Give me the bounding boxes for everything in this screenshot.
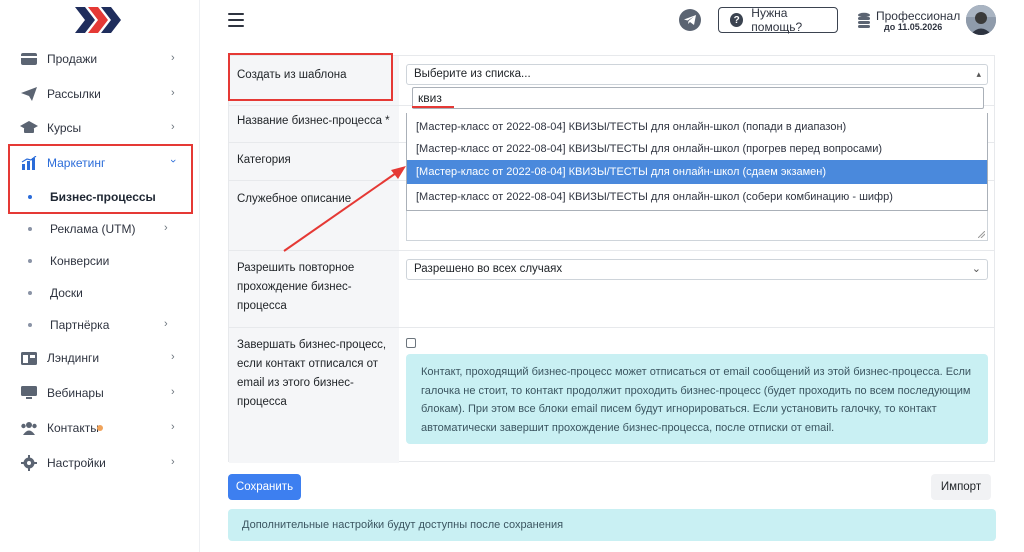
sidebar-item-label: Партнёрка <box>50 318 110 332</box>
plan-name[interactable]: Профессионал <box>876 9 960 23</box>
sidebar-item-courses[interactable]: Курсы › <box>0 111 200 145</box>
description-textarea[interactable] <box>406 211 988 241</box>
template-select-value: Выберите из списка... <box>414 68 531 80</box>
sidebar-item-sales[interactable]: Продажи › <box>0 42 200 76</box>
monitor-icon <box>20 384 38 402</box>
help-button-label: Нужна помощь? <box>751 6 803 34</box>
repeat-label-line: прохождение бизнес- <box>237 281 352 293</box>
info-text-line: блокам). При этом все блоки email писем … <box>421 403 937 415</box>
paper-plane-icon <box>20 85 38 103</box>
chevron-right-icon: › <box>171 456 175 468</box>
caret-up-icon: ▴ <box>976 69 981 79</box>
sidebar-item-label: Продажи <box>47 52 98 66</box>
dropdown-option[interactable]: [Мастер-класс от 2022-08-04] КВИЗЫ/ТЕСТЫ… <box>407 115 987 139</box>
chevron-right-icon: › <box>171 351 175 363</box>
sidebar-item-label: Курсы <box>47 121 82 135</box>
annotation-underline <box>412 106 454 108</box>
annotation-highlight-box <box>8 144 193 214</box>
annotation-arrow-icon <box>283 166 406 252</box>
question-icon: ? <box>730 13 744 27</box>
post-save-note: Дополнительные настройки будут доступны … <box>228 509 996 541</box>
chevron-right-icon: › <box>164 318 168 330</box>
sidebar-item-label: Контакты <box>47 421 99 435</box>
sidebar: Продажи › Рассылки › Курсы › Маркетинг ›… <box>0 0 200 552</box>
sidebar-item-landings[interactable]: Лэндинги › <box>0 341 200 375</box>
dropdown-option[interactable]: [Мастер-класс от 2022-08-04] КВИЗЫ/ТЕСТЫ… <box>407 185 987 209</box>
sidebar-item-label: Вебинары <box>47 386 104 400</box>
chevron-right-icon: › <box>171 386 175 398</box>
plan-expiry-date: до 11.05.2026 <box>884 22 943 32</box>
sidebar-item-webinars[interactable]: Вебинары › <box>0 376 200 410</box>
menu-toggle-icon[interactable] <box>228 13 244 27</box>
gear-icon <box>20 454 38 472</box>
sidebar-subitem-conversions[interactable]: Конверсии <box>0 245 200 277</box>
bullet-icon <box>28 259 32 263</box>
dropdown-option-highlighted[interactable]: [Мастер-класс от 2022-08-04] КВИЗЫ/ТЕСТЫ… <box>407 160 987 184</box>
chevron-right-icon: › <box>171 87 175 99</box>
sidebar-item-mailings[interactable]: Рассылки › <box>0 77 200 111</box>
sidebar-item-label: Доски <box>50 286 83 300</box>
logo-icon[interactable] <box>75 7 121 33</box>
repeat-label-line: Разрешить повторное <box>237 262 355 274</box>
graduation-cap-icon <box>20 119 38 137</box>
sidebar-item-settings[interactable]: Настройки › <box>0 446 200 480</box>
chevron-right-icon: › <box>171 121 175 133</box>
bullet-icon <box>28 291 32 295</box>
annotation-highlight-box <box>228 53 393 101</box>
template-select[interactable]: Выберите из списка... ▴ <box>406 64 988 85</box>
sidebar-subitem-utm[interactable]: Реклама (UTM) › <box>0 213 200 245</box>
form-label-cell: Завершать бизнес-процесс, если контакт о… <box>229 328 399 463</box>
chevron-right-icon: › <box>171 52 175 64</box>
telegram-icon[interactable] <box>679 9 701 31</box>
form-label-cell: Разрешить повторное прохождение бизнес- … <box>229 251 399 328</box>
bullet-icon <box>28 227 32 231</box>
unsubscribe-info-box: Контакт, проходящий бизнес-процесс может… <box>406 354 988 444</box>
avatar[interactable] <box>966 5 996 35</box>
sidebar-item-label: Рассылки <box>47 87 101 101</box>
repeat-select[interactable]: Разрешено во всех случаях ⌄ <box>406 259 988 280</box>
chevron-down-icon: ⌄ <box>971 263 981 275</box>
layout-icon <box>20 349 38 367</box>
finish-label-line: процесса <box>237 396 287 408</box>
name-label: Название бизнес-процесса * <box>237 115 390 127</box>
finish-label-line: Завершать бизнес-процесс, <box>237 339 387 351</box>
finish-label-line: если контакт отписался от <box>237 358 379 370</box>
chevron-right-icon: › <box>164 222 168 234</box>
sidebar-item-label: Настройки <box>47 456 106 470</box>
chevron-right-icon: › <box>171 421 175 433</box>
dropdown-option[interactable]: [Мастер-класс от 2022-08-04] КВИЗЫ/ТЕСТЫ… <box>407 137 987 161</box>
users-icon <box>20 419 38 437</box>
coins-icon <box>858 12 870 28</box>
sidebar-item-label: Лэндинги <box>47 351 100 365</box>
finish-on-unsubscribe-checkbox[interactable] <box>406 338 416 348</box>
sidebar-subitem-boards[interactable]: Доски <box>0 277 200 309</box>
sidebar-item-label: Реклама (UTM) <box>50 222 136 236</box>
sidebar-subitem-affiliate[interactable]: Партнёрка › <box>0 309 200 341</box>
resize-handle-icon[interactable] <box>978 231 985 238</box>
info-text-line: галочка не стоит, то контакт продолжит п… <box>421 384 971 397</box>
form-label-cell: Название бизнес-процесса * <box>229 106 399 143</box>
repeat-select-value: Разрешено во всех случаях <box>414 263 563 275</box>
repeat-label-line: процесса <box>237 300 287 312</box>
template-search-input[interactable]: квиз <box>412 87 984 109</box>
save-button[interactable]: Сохранить <box>228 474 301 500</box>
info-text-line: автоматически завершит прохождение бизне… <box>421 421 835 434</box>
template-dropdown: [Мастер-класс от 2022-08-04] КВИЗЫ/ТЕСТЫ… <box>406 113 988 211</box>
sidebar-item-label: Конверсии <box>50 254 110 268</box>
finish-label-line: email из этого бизнес- <box>237 377 354 389</box>
sidebar-item-contacts[interactable]: Контакты › <box>0 411 200 445</box>
help-button[interactable]: ? Нужна помощь? <box>718 6 838 34</box>
notification-dot <box>97 425 103 431</box>
card-icon <box>20 50 38 68</box>
bullet-icon <box>28 323 32 327</box>
info-text-line: Контакт, проходящий бизнес-процесс может… <box>421 366 972 378</box>
import-button[interactable]: Импорт <box>931 474 991 500</box>
